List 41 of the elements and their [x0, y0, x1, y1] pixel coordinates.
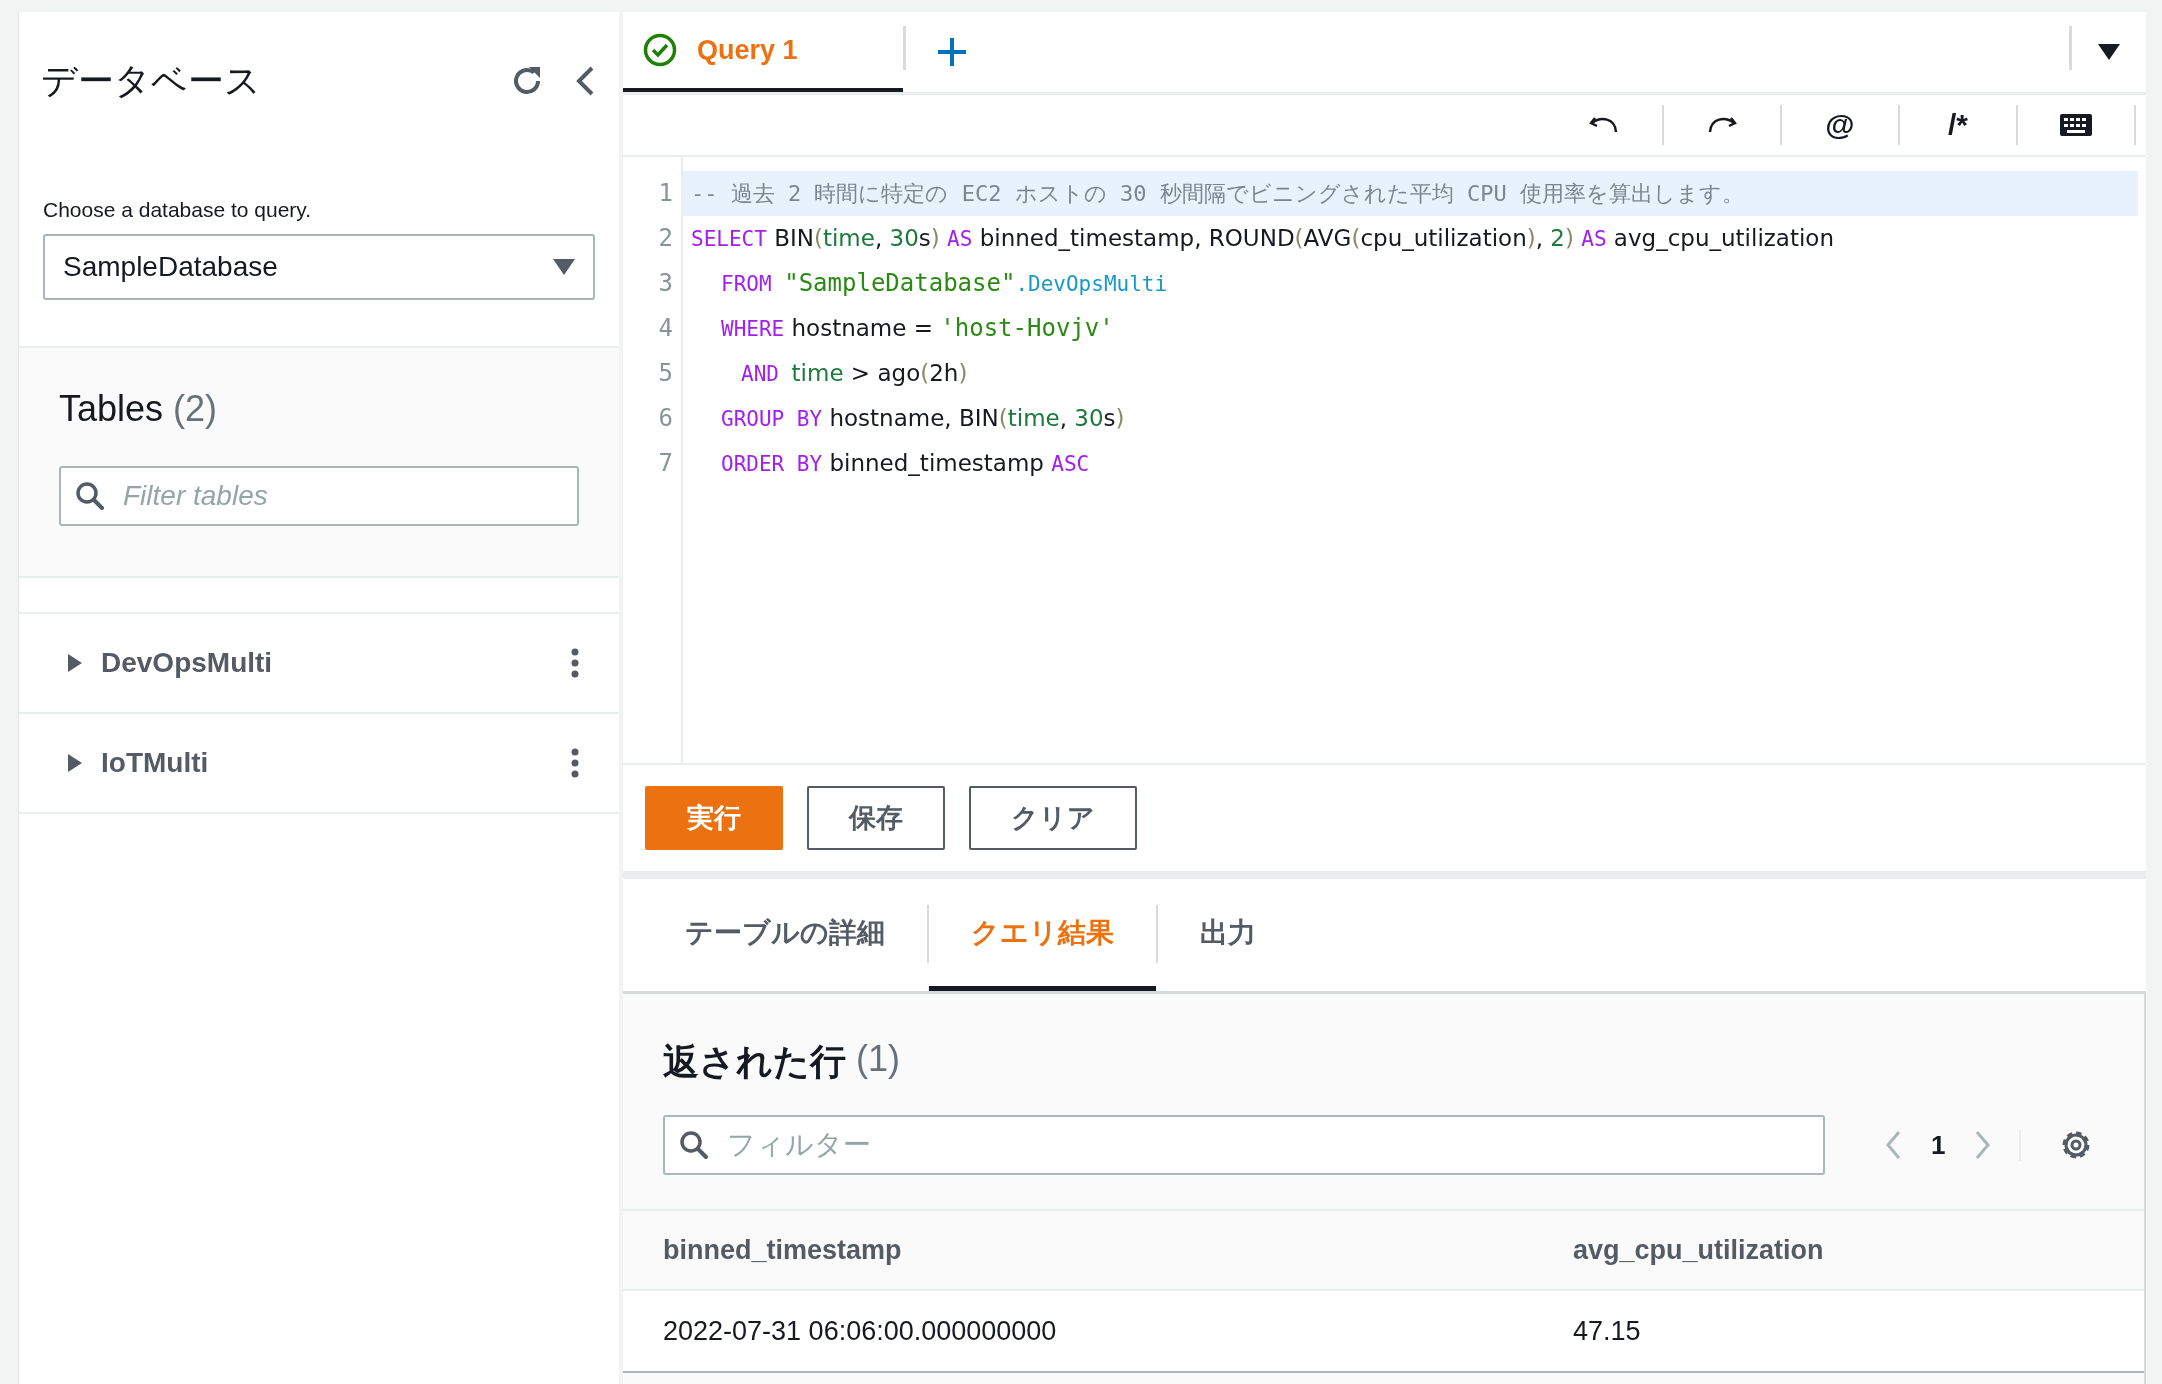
code-line: SELECT BIN(time, 30s) AS binned_timestamp, ROUND(AVG(cpu_utilization), 2) AS avg_cpu_utilization — [690, 224, 1835, 253]
line-number: 2 — [657, 223, 674, 254]
table-item[interactable]: DevOpsMulti — [19, 614, 619, 714]
tables-count: (2) — [173, 388, 218, 430]
code-line: AND time > ago(2h) — [740, 359, 969, 388]
code-line: GROUP BY hostname, BIN(time, 30s) — [720, 404, 1126, 433]
filter-field[interactable]: Filter tables — [59, 466, 579, 526]
toolbar-button[interactable]: /* — [1900, 105, 2018, 145]
action-button[interactable]: 保存 — [807, 786, 945, 850]
row-count: (1) — [856, 1038, 900, 1081]
line-number: 5 — [657, 358, 674, 389]
code-line: FROM "SampleDatabase".DevOpsMulti — [720, 268, 1169, 299]
table-cell: 2022-07-31 06:06:00.000000000 — [623, 1290, 1533, 1372]
search-icon — [679, 1130, 709, 1160]
tables-heading: Tables — [59, 388, 164, 430]
line-number: 4 — [657, 313, 674, 344]
search-icon — [75, 481, 105, 511]
caret-icon — [553, 259, 575, 275]
action-button[interactable]: クリア — [969, 786, 1137, 850]
more-icon[interactable] — [571, 748, 579, 778]
keyboard-icon — [2059, 113, 2093, 137]
code-line: WHERE hostname = 'host-Hovjv' — [720, 313, 1115, 344]
database-select[interactable]: SampleDatabase — [43, 234, 595, 300]
line-number: 1 — [657, 178, 674, 209]
panel-title: データベース — [41, 58, 262, 103]
page-number[interactable]: 1 — [1931, 1129, 1946, 1161]
result-tab[interactable]: テーブルの詳細 — [643, 879, 927, 991]
line-number: 3 — [657, 268, 674, 299]
result-tab[interactable]: 出力 — [1158, 879, 1298, 991]
table-cell: 47.15 — [1533, 1290, 2144, 1372]
filter-field[interactable]: フィルター — [663, 1115, 1825, 1175]
collapse-icon[interactable] — [575, 65, 595, 97]
more-icon[interactable] — [571, 648, 579, 678]
code-line: ORDER BY binned_timestamp ASC — [720, 449, 1091, 478]
select-label: Choose a database to query. — [43, 198, 313, 222]
column-header[interactable]: binned_timestamp — [623, 1210, 1533, 1290]
line-number: 7 — [657, 448, 674, 479]
results-heading: 返された行 — [663, 1040, 846, 1084]
toolbar-button[interactable]: @ — [1782, 105, 1900, 145]
table-item[interactable]: IoTMulti — [19, 714, 619, 814]
line-number: 6 — [657, 403, 674, 434]
